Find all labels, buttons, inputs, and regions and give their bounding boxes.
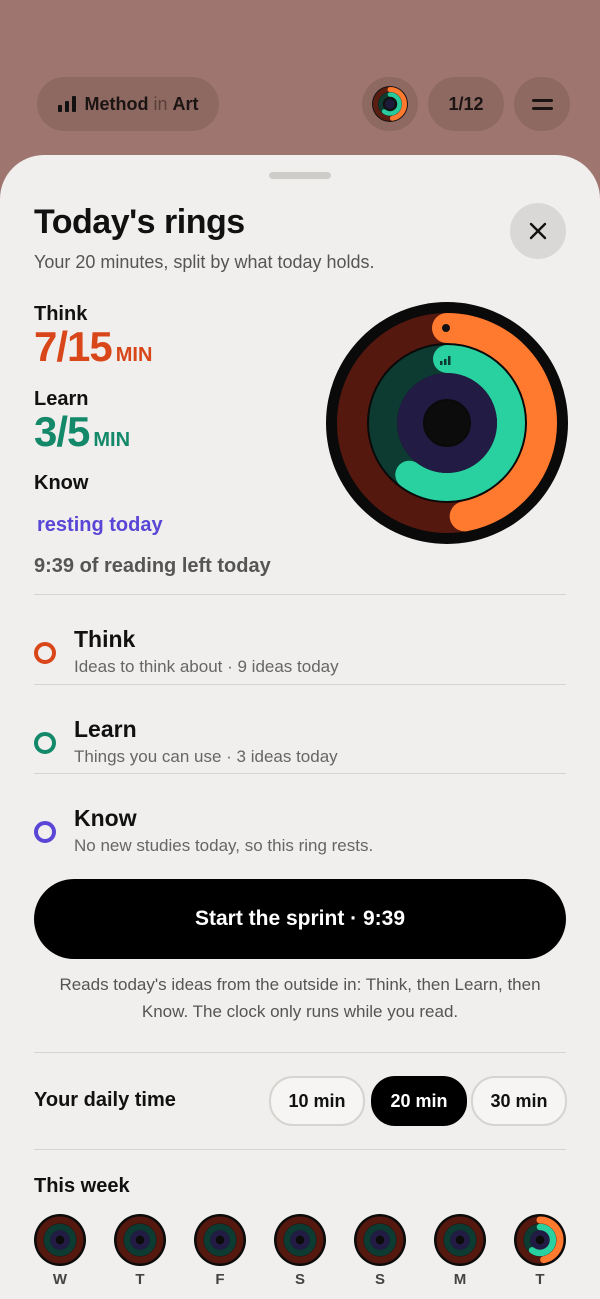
daily-time-label: Your daily time: [34, 1089, 176, 1111]
list-item-name: Learn: [74, 716, 137, 742]
think-ring-icon: [442, 324, 450, 332]
activity-rings-icon: [372, 86, 408, 122]
think-minutes: 7/15: [34, 323, 113, 370]
day-rings-icon: [194, 1214, 246, 1266]
know-ring-dot-icon: [34, 821, 56, 843]
day-rings-icon: [514, 1214, 566, 1266]
rings-center: [425, 401, 469, 445]
week-day-label: W: [52, 1271, 68, 1288]
week-day[interactable]: F: [194, 1214, 246, 1288]
week-day-label: M: [453, 1271, 467, 1288]
day-rings-icon: [274, 1214, 326, 1266]
know-stat-label: Know: [34, 472, 89, 494]
day-rings-icon: [434, 1214, 486, 1266]
daily-time-option-20[interactable]: 20 min: [371, 1076, 467, 1126]
week-day[interactable]: S: [354, 1214, 406, 1288]
week-day[interactable]: T: [514, 1214, 566, 1288]
list-item-desc: No new studies today, so this ring rests…: [74, 836, 374, 855]
brand-method: Method: [84, 93, 149, 114]
start-sprint-button[interactable]: Start the sprint · 9:39: [34, 879, 566, 959]
think-stat-value: 7/15 MIN: [34, 323, 152, 371]
daily-time-option-10[interactable]: 10 min: [269, 1076, 365, 1126]
list-item-know[interactable]: Know No new studies today, so this ring …: [0, 779, 600, 867]
week-day-label: S: [374, 1271, 385, 1288]
divider: [34, 1052, 566, 1053]
week-title: This week: [34, 1175, 130, 1197]
close-button[interactable]: [510, 203, 566, 259]
list-item-desc: Ideas to think about · 9 ideas today: [74, 657, 339, 676]
week-day[interactable]: T: [114, 1214, 166, 1288]
time-left: 9:39 of reading left today: [34, 555, 271, 577]
day-rings-icon: [354, 1214, 406, 1266]
brand-in: in: [153, 93, 168, 114]
divider: [34, 773, 566, 774]
list-item-learn[interactable]: Learn Things you can use · 3 ideas today: [0, 690, 600, 778]
close-icon: [529, 222, 547, 240]
sheet-title: Today's rings: [34, 203, 245, 241]
week-day-label: T: [535, 1271, 545, 1288]
week-day-label: F: [215, 1271, 225, 1288]
learn-ring-dot-icon: [34, 732, 56, 754]
sheet-subtitle: Your 20 minutes, split by what today hol…: [34, 252, 375, 272]
bar-chart-icon: [57, 96, 76, 112]
sheet-drag-handle[interactable]: [269, 172, 331, 179]
list-item-name: Know: [74, 805, 137, 831]
top-bar: Method in Art 1/12: [0, 77, 600, 132]
week-day[interactable]: M: [434, 1214, 486, 1288]
divider: [34, 1149, 566, 1150]
think-ring-dot-icon: [34, 642, 56, 664]
week-day[interactable]: S: [274, 1214, 326, 1288]
learn-stat-value: 3/5 MIN: [34, 408, 130, 456]
brand-art: Art: [172, 93, 199, 114]
know-status: resting today: [37, 514, 163, 536]
learn-unit: MIN: [93, 429, 131, 451]
list-item-desc: Things you can use · 3 ideas today: [74, 747, 338, 766]
divider: [34, 594, 566, 595]
think-unit: MIN: [115, 344, 153, 366]
bottom-sheet: Today's rings Your 20 minutes, split by …: [0, 155, 600, 1299]
day-rings-icon: [34, 1214, 86, 1266]
week-day-label: T: [135, 1271, 145, 1288]
learn-minutes: 3/5: [34, 408, 90, 455]
daily-time-option-30[interactable]: 30 min: [471, 1076, 567, 1126]
page-indicator[interactable]: 1/12: [428, 77, 504, 131]
brand-pill[interactable]: Method in Art: [37, 77, 219, 131]
list-item-think[interactable]: Think Ideas to think about · 9 ideas tod…: [0, 600, 600, 688]
week-day-label: S: [294, 1271, 305, 1288]
menu-button[interactable]: [514, 77, 570, 131]
day-rings-icon: [114, 1214, 166, 1266]
list-item-name: Think: [74, 626, 136, 652]
rings-button[interactable]: [362, 77, 418, 131]
activity-rings: [326, 302, 568, 544]
sprint-note: Reads today's ideas from the outside in:…: [59, 975, 541, 1021]
divider: [34, 684, 566, 685]
week-day[interactable]: W: [34, 1214, 86, 1288]
